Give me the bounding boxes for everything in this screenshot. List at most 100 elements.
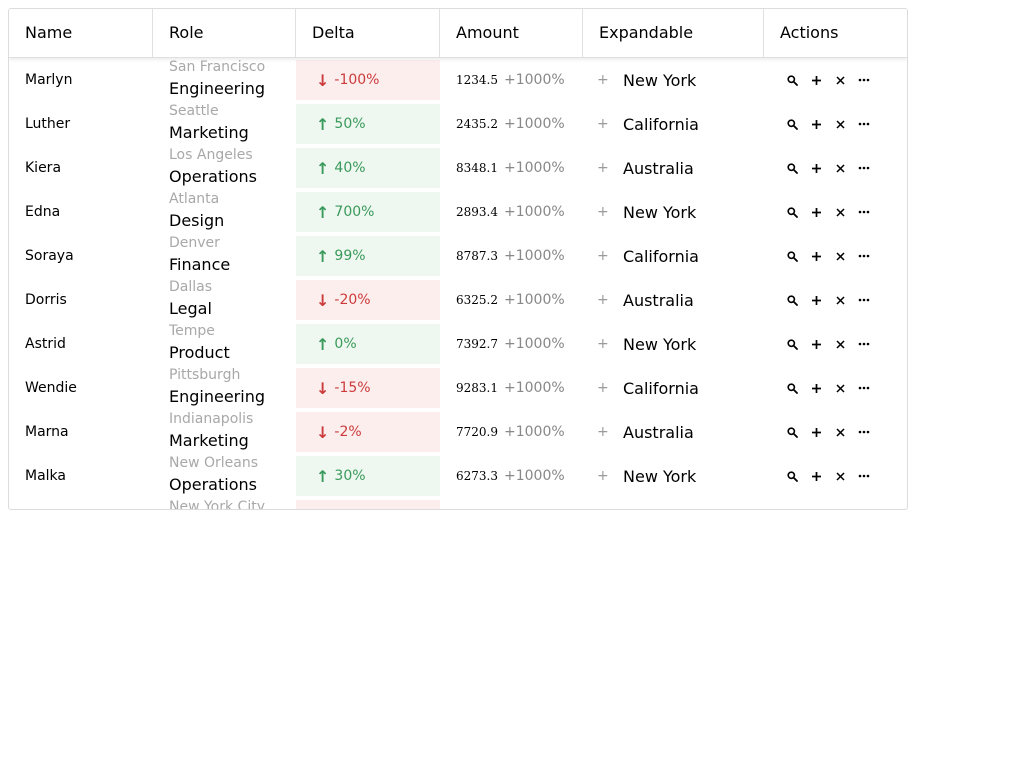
close-icon[interactable]: [834, 250, 846, 262]
cell-actions: [764, 498, 907, 509]
close-icon[interactable]: [834, 162, 846, 174]
more-icon[interactable]: [858, 294, 870, 306]
column-header-actions[interactable]: Actions: [764, 9, 907, 57]
add-icon[interactable]: [810, 382, 822, 394]
close-icon[interactable]: [834, 338, 846, 350]
arrow-down-icon: ↓: [316, 70, 330, 90]
add-icon[interactable]: [810, 206, 822, 218]
expand-plus-icon[interactable]: +: [597, 468, 623, 484]
role-department: Marketing: [169, 431, 249, 450]
table-row[interactable]: Wendie Pittsburgh Engineering ↓ -15% 9283.1 +1…: [9, 366, 907, 410]
cell-delta: ↑ 99%: [296, 234, 440, 278]
more-icon[interactable]: [858, 74, 870, 86]
more-icon[interactable]: [858, 250, 870, 262]
search-icon[interactable]: [786, 470, 798, 482]
column-header-name[interactable]: Name: [9, 9, 153, 57]
add-icon[interactable]: [810, 250, 822, 262]
delta-value: -100%: [334, 72, 380, 88]
search-icon[interactable]: [786, 338, 798, 350]
expand-plus-icon[interactable]: +: [597, 160, 623, 176]
column-header-delta[interactable]: Delta: [296, 9, 440, 57]
more-icon[interactable]: [858, 470, 870, 482]
role-city: Los Angeles: [169, 147, 253, 163]
cell-delta: ↑ 30%: [296, 454, 440, 498]
amount-value: 1234.5: [456, 73, 498, 87]
column-header-role[interactable]: Role: [153, 9, 296, 57]
search-icon[interactable]: [786, 162, 798, 174]
column-header-amount[interactable]: Amount: [440, 9, 583, 57]
close-icon[interactable]: [834, 382, 846, 394]
expand-plus-icon[interactable]: +: [597, 204, 623, 220]
expandable-location: Australia: [623, 158, 694, 178]
add-icon[interactable]: [810, 338, 822, 350]
more-icon[interactable]: [858, 206, 870, 218]
expand-plus-icon[interactable]: +: [597, 292, 623, 308]
close-icon[interactable]: [834, 74, 846, 86]
add-icon[interactable]: [810, 294, 822, 306]
table-row[interactable]: Astrid Tempe Product ↑ 0% 7392.7 +1000% + New Yo…: [9, 322, 907, 366]
amount-change: +1000%: [504, 468, 565, 484]
arrow-down-icon: ↓: [316, 378, 330, 398]
cell-role: New York City: [153, 498, 296, 509]
arrow-up-icon: ↑: [316, 246, 330, 266]
add-icon[interactable]: [810, 74, 822, 86]
close-icon[interactable]: [834, 206, 846, 218]
table-row[interactable]: Edna Atlanta Design ↑ 700% 2893.4 +1000% + New Y…: [9, 190, 907, 234]
expand-plus-icon[interactable]: +: [597, 248, 623, 264]
close-icon[interactable]: [834, 470, 846, 482]
expandable-location: New York: [623, 70, 697, 90]
expand-plus-icon[interactable]: +: [597, 336, 623, 352]
table-row[interactable]: Marna Indianapolis Marketing ↓ -2% 7720.9 +100…: [9, 410, 907, 454]
table-row[interactable]: Dorris Dallas Legal ↓ -20% 6325.2 +1000% + Austr…: [9, 278, 907, 322]
search-icon[interactable]: [786, 74, 798, 86]
expand-plus-icon[interactable]: +: [597, 72, 623, 88]
table-row[interactable]: Marlyn San Francisco Engineering ↓ -100% 1234…: [9, 58, 907, 102]
add-icon[interactable]: [810, 162, 822, 174]
data-grid: Name Role Delta Amount Expandable Action…: [8, 8, 908, 510]
expand-plus-icon[interactable]: +: [597, 380, 623, 396]
role-city: Seattle: [169, 103, 219, 119]
cell-delta: ↑ 700%: [296, 190, 440, 234]
more-icon[interactable]: [858, 118, 870, 130]
cell-actions: [764, 234, 907, 278]
role-department: Design: [169, 211, 225, 230]
search-icon[interactable]: [786, 118, 798, 130]
more-icon[interactable]: [858, 426, 870, 438]
role-department: Engineering: [169, 387, 265, 406]
cell-expandable: [583, 498, 764, 509]
table-row[interactable]: Soraya Denver Finance ↑ 99% 8787.3 +1000% + Cali…: [9, 234, 907, 278]
search-icon[interactable]: [786, 382, 798, 394]
close-icon[interactable]: [834, 294, 846, 306]
arrow-up-icon: ↑: [316, 466, 330, 486]
search-icon[interactable]: [786, 250, 798, 262]
cell-name: [9, 498, 153, 509]
cell-expandable: + California: [583, 234, 764, 278]
search-icon[interactable]: [786, 206, 798, 218]
close-icon[interactable]: [834, 426, 846, 438]
close-icon[interactable]: [834, 118, 846, 130]
expand-plus-icon[interactable]: +: [597, 424, 623, 440]
add-icon[interactable]: [810, 118, 822, 130]
table-row[interactable]: Kiera Los Angeles Operations ↑ 40% 8348.1 +100…: [9, 146, 907, 190]
table-row[interactable]: Luther Seattle Marketing ↑ 50% 2435.2 +1000% + C…: [9, 102, 907, 146]
cell-expandable: + California: [583, 366, 764, 410]
search-icon[interactable]: [786, 426, 798, 438]
expandable-location: Australia: [623, 422, 694, 442]
add-icon[interactable]: [810, 426, 822, 438]
column-header-expandable[interactable]: Expandable: [583, 9, 764, 57]
add-icon[interactable]: [810, 470, 822, 482]
more-icon[interactable]: [858, 162, 870, 174]
role-department: Operations: [169, 167, 257, 186]
delta-badge: [296, 500, 440, 509]
amount-change: +1000%: [504, 380, 565, 396]
more-icon[interactable]: [858, 338, 870, 350]
table-row[interactable]: Malka New Orleans Operations ↑ 30% 6273.3 +100…: [9, 454, 907, 498]
cell-name: Edna: [25, 204, 61, 220]
more-icon[interactable]: [858, 382, 870, 394]
search-icon[interactable]: [786, 294, 798, 306]
cell-expandable: + Australia: [583, 146, 764, 190]
cell-expandable: + California: [583, 102, 764, 146]
expand-plus-icon[interactable]: +: [597, 116, 623, 132]
amount-value: 7392.7: [456, 337, 498, 351]
table-row[interactable]: New York City: [9, 498, 907, 509]
